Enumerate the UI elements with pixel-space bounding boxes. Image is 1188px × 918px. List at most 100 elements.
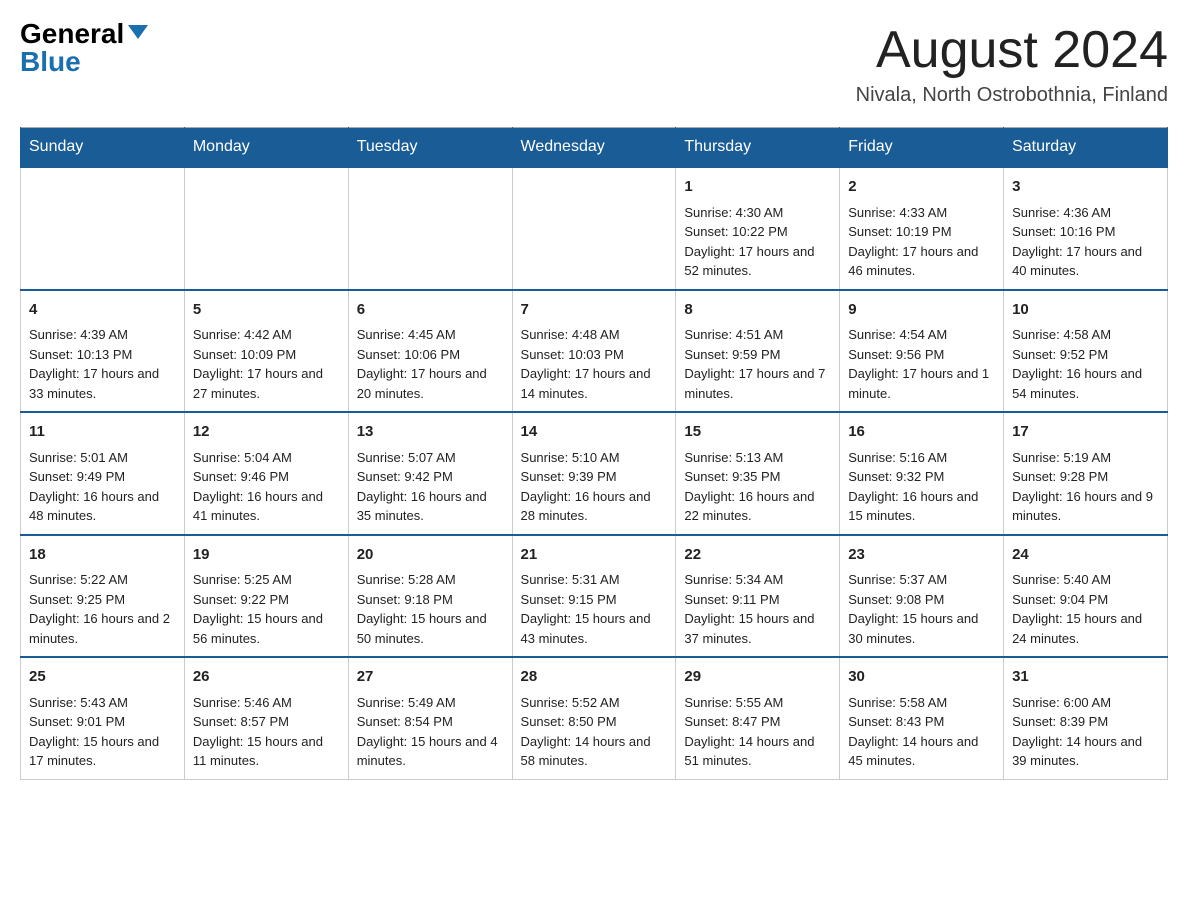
day-info: Sunset: 9:18 PM <box>357 590 504 610</box>
day-info: Sunrise: 5:43 AM <box>29 693 176 713</box>
day-number: 18 <box>29 544 176 567</box>
col-header-sunday: Sunday <box>21 128 185 168</box>
day-info: Sunset: 9:59 PM <box>684 345 831 365</box>
day-number: 4 <box>29 299 176 322</box>
day-info: Daylight: 15 hours and 50 minutes. <box>357 609 504 648</box>
day-number: 7 <box>521 299 668 322</box>
day-info: Sunrise: 4:36 AM <box>1012 203 1159 223</box>
day-info: Daylight: 16 hours and 35 minutes. <box>357 487 504 526</box>
calendar-cell <box>512 167 676 290</box>
calendar-cell: 18Sunrise: 5:22 AMSunset: 9:25 PMDayligh… <box>21 535 185 658</box>
calendar-cell: 24 Sunrise: 5:40 AMSunset: 9:04 PMDayligh… <box>1004 535 1168 658</box>
day-info: Daylight: 16 hours and 41 minutes. <box>193 487 340 526</box>
day-info: Sunset: 10:13 PM <box>29 345 176 365</box>
day-info: Daylight: 15 hours and 17 minutes. <box>29 732 176 771</box>
day-info: Sunrise: 5:46 AM <box>193 693 340 713</box>
calendar-cell: 31Sunrise: 6:00 AMSunset: 8:39 PMDayligh… <box>1004 657 1168 779</box>
day-info: Sunrise: 5:25 AM <box>193 570 340 590</box>
day-info: Sunrise: 5:37 AM <box>848 570 995 590</box>
day-number: 10 <box>1012 299 1159 322</box>
calendar-cell: 5Sunrise: 4:42 AMSunset: 10:09 PMDayligh… <box>184 290 348 413</box>
calendar-cell: 29Sunrise: 5:55 AMSunset: 8:47 PMDayligh… <box>676 657 840 779</box>
day-info: Sunset: 8:54 PM <box>357 712 504 732</box>
day-info: Sunrise: 4:48 AM <box>521 325 668 345</box>
day-info: Sunset: 9:22 PM <box>193 590 340 610</box>
calendar-cell: 1Sunrise: 4:30 AMSunset: 10:22 PMDayligh… <box>676 167 840 290</box>
day-info: Sunset: 8:39 PM <box>1012 712 1159 732</box>
day-info: Daylight: 17 hours and 7 minutes. <box>684 364 831 403</box>
calendar-cell: 13Sunrise: 5:07 AMSunset: 9:42 PMDayligh… <box>348 412 512 535</box>
day-number: 11 <box>29 421 176 444</box>
day-info: Sunset: 9:01 PM <box>29 712 176 732</box>
location-text: Nivala, North Ostrobothnia, Finland <box>856 84 1168 107</box>
col-header-monday: Monday <box>184 128 348 168</box>
day-info: Sunrise: 4:45 AM <box>357 325 504 345</box>
day-info: Daylight: 16 hours and 22 minutes. <box>684 487 831 526</box>
calendar-cell: 12Sunrise: 5:04 AMSunset: 9:46 PMDayligh… <box>184 412 348 535</box>
col-header-thursday: Thursday <box>676 128 840 168</box>
calendar-cell: 26Sunrise: 5:46 AMSunset: 8:57 PMDayligh… <box>184 657 348 779</box>
day-info: Daylight: 17 hours and 33 minutes. <box>29 364 176 403</box>
day-info: Daylight: 15 hours and 24 minutes. <box>1012 609 1159 648</box>
day-info: Daylight: 16 hours and 48 minutes. <box>29 487 176 526</box>
calendar-cell <box>348 167 512 290</box>
day-info: Daylight: 16 hours and 2 minutes. <box>29 609 176 648</box>
day-info: Daylight: 15 hours and 56 minutes. <box>193 609 340 648</box>
day-info: Daylight: 17 hours and 20 minutes. <box>357 364 504 403</box>
day-info: Daylight: 15 hours and 4 minutes. <box>357 732 504 771</box>
day-number: 31 <box>1012 666 1159 689</box>
day-number: 26 <box>193 666 340 689</box>
calendar-cell: 7Sunrise: 4:48 AMSunset: 10:03 PMDayligh… <box>512 290 676 413</box>
calendar-cell: 4Sunrise: 4:39 AMSunset: 10:13 PMDayligh… <box>21 290 185 413</box>
day-info: Sunrise: 5:19 AM <box>1012 448 1159 468</box>
calendar-week-row: 4Sunrise: 4:39 AMSunset: 10:13 PMDayligh… <box>21 290 1168 413</box>
day-info: Daylight: 15 hours and 37 minutes. <box>684 609 831 648</box>
day-info: Daylight: 17 hours and 1 minute. <box>848 364 995 403</box>
calendar-cell: 8Sunrise: 4:51 AMSunset: 9:59 PMDaylight… <box>676 290 840 413</box>
calendar-cell: 28Sunrise: 5:52 AMSunset: 8:50 PMDayligh… <box>512 657 676 779</box>
calendar-cell: 3Sunrise: 4:36 AMSunset: 10:16 PMDayligh… <box>1004 167 1168 290</box>
col-header-wednesday: Wednesday <box>512 128 676 168</box>
day-info: Sunrise: 5:40 AM <box>1012 570 1159 590</box>
day-info: Sunset: 10:16 PM <box>1012 222 1159 242</box>
day-info: Sunset: 10:19 PM <box>848 222 995 242</box>
calendar-cell: 21Sunrise: 5:31 AMSunset: 9:15 PMDayligh… <box>512 535 676 658</box>
day-info: Sunset: 9:49 PM <box>29 467 176 487</box>
day-info: Sunset: 9:04 PM <box>1012 590 1159 610</box>
calendar-week-row: 25Sunrise: 5:43 AMSunset: 9:01 PMDayligh… <box>21 657 1168 779</box>
day-number: 20 <box>357 544 504 567</box>
day-info: Sunset: 9:08 PM <box>848 590 995 610</box>
day-info: Sunset: 9:15 PM <box>521 590 668 610</box>
day-info: Sunrise: 5:22 AM <box>29 570 176 590</box>
day-info: Sunset: 9:46 PM <box>193 467 340 487</box>
day-number: 14 <box>521 421 668 444</box>
day-number: 8 <box>684 299 831 322</box>
day-info: Sunrise: 5:31 AM <box>521 570 668 590</box>
calendar-cell: 16Sunrise: 5:16 AMSunset: 9:32 PMDayligh… <box>840 412 1004 535</box>
day-info: Sunrise: 5:58 AM <box>848 693 995 713</box>
title-section: August 2024 Nivala, North Ostrobothnia, … <box>856 20 1168 107</box>
day-info: Sunrise: 5:10 AM <box>521 448 668 468</box>
calendar-cell: 25Sunrise: 5:43 AMSunset: 9:01 PMDayligh… <box>21 657 185 779</box>
day-info: Sunset: 10:03 PM <box>521 345 668 365</box>
day-number: 24 <box>1012 544 1159 567</box>
logo-triangle-icon <box>128 25 148 39</box>
day-info: Sunrise: 5:34 AM <box>684 570 831 590</box>
calendar-cell <box>21 167 185 290</box>
calendar-cell: 19Sunrise: 5:25 AMSunset: 9:22 PMDayligh… <box>184 535 348 658</box>
calendar-week-row: 11Sunrise: 5:01 AMSunset: 9:49 PMDayligh… <box>21 412 1168 535</box>
calendar-week-row: 1Sunrise: 4:30 AMSunset: 10:22 PMDayligh… <box>21 167 1168 290</box>
calendar-cell: 22Sunrise: 5:34 AMSunset: 9:11 PMDayligh… <box>676 535 840 658</box>
day-number: 29 <box>684 666 831 689</box>
calendar-cell: 6Sunrise: 4:45 AMSunset: 10:06 PMDayligh… <box>348 290 512 413</box>
day-info: Sunrise: 6:00 AM <box>1012 693 1159 713</box>
day-number: 27 <box>357 666 504 689</box>
day-number: 12 <box>193 421 340 444</box>
day-number: 17 <box>1012 421 1159 444</box>
col-header-friday: Friday <box>840 128 1004 168</box>
day-number: 2 <box>848 176 995 199</box>
day-info: Sunrise: 5:49 AM <box>357 693 504 713</box>
day-number: 28 <box>521 666 668 689</box>
day-info: Sunrise: 5:16 AM <box>848 448 995 468</box>
day-info: Sunset: 9:42 PM <box>357 467 504 487</box>
